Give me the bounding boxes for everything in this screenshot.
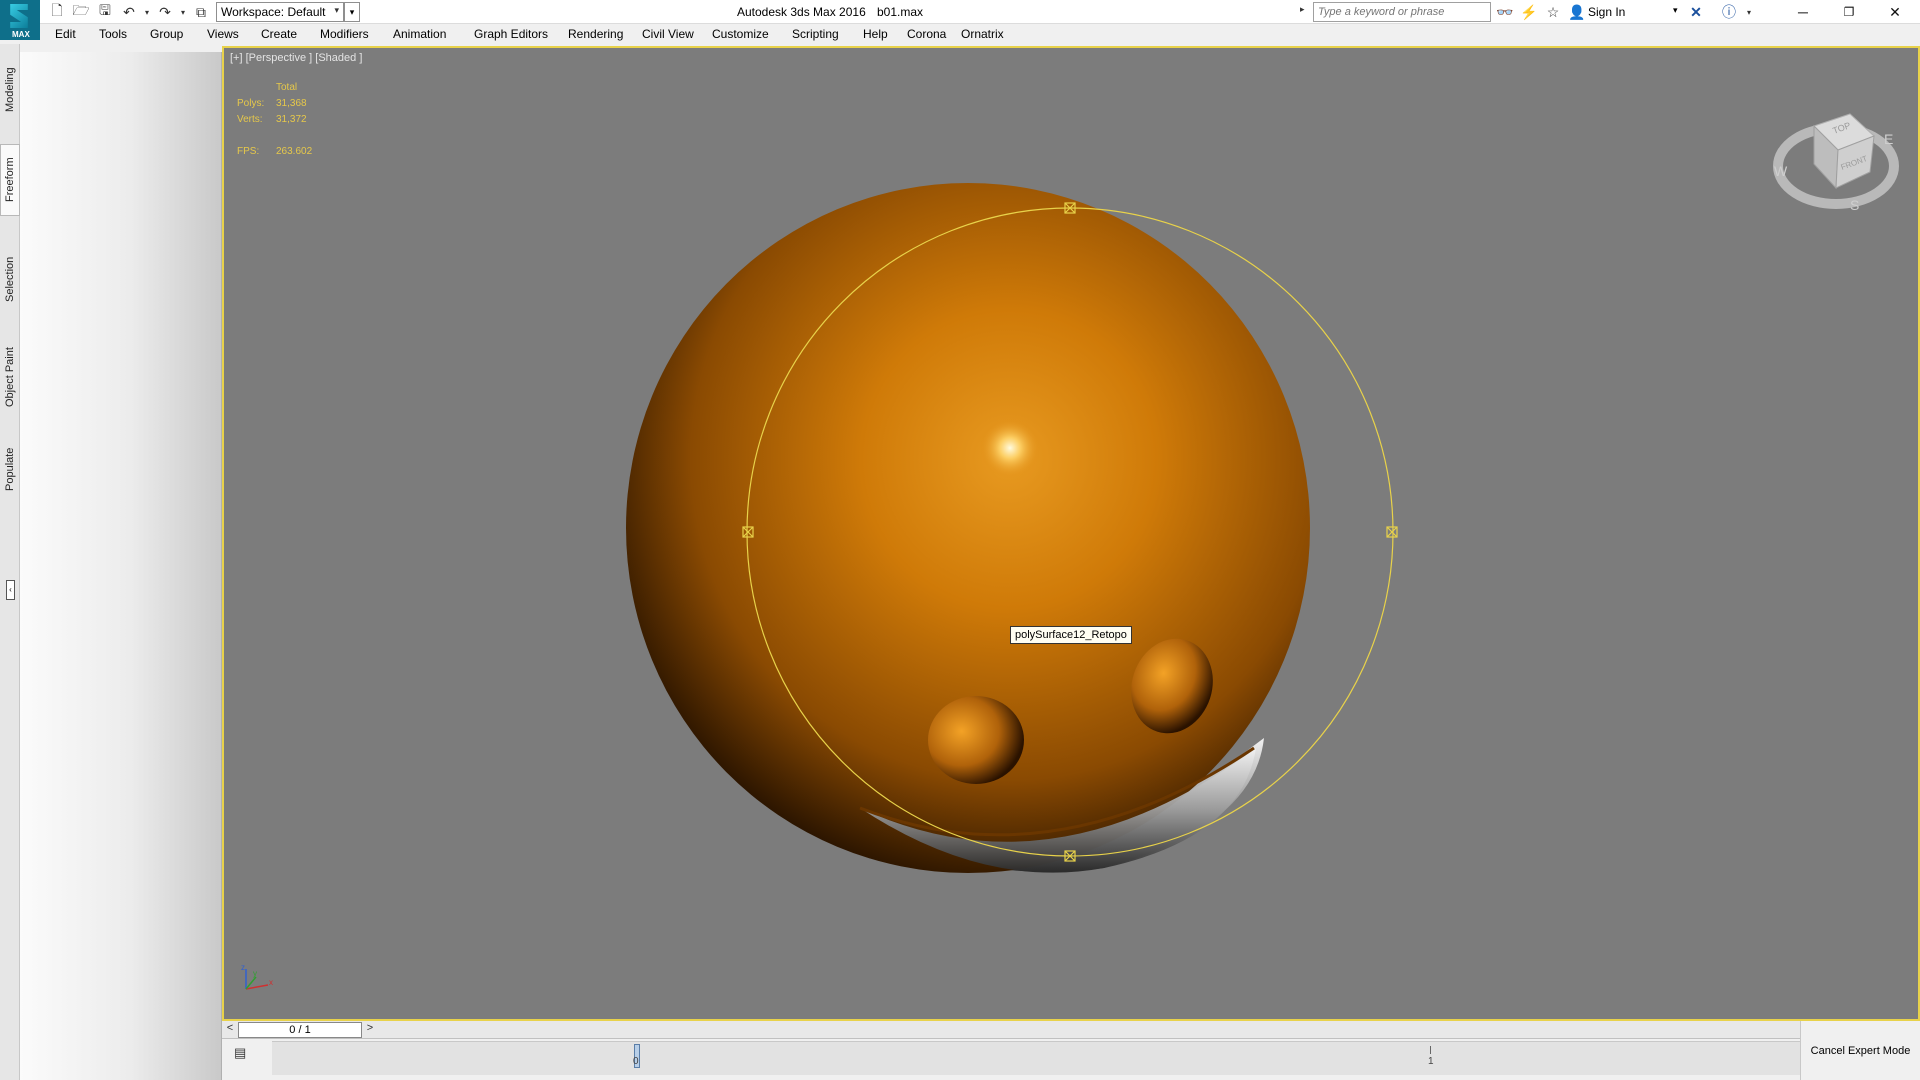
trackbar[interactable]: 0 1 xyxy=(272,1041,1800,1075)
menu-tools[interactable]: Tools xyxy=(99,27,127,41)
svg-text:y: y xyxy=(253,969,257,978)
time-slider[interactable]: < 0 / 1 > xyxy=(222,1021,1800,1039)
left-eye-bump xyxy=(928,696,1024,784)
menu-group[interactable]: Group xyxy=(150,27,183,41)
exchange-apps-icon[interactable]: ✕ xyxy=(1687,3,1705,21)
menu-ornatrix[interactable]: Ornatrix xyxy=(961,27,1004,41)
stats-header: Total xyxy=(276,82,298,93)
sign-in-link[interactable]: Sign In xyxy=(1588,5,1625,19)
window-title: Autodesk 3ds Max 2016 xyxy=(737,5,866,19)
next-frame-icon[interactable]: > xyxy=(362,1022,378,1038)
frame-marker-0: 0 xyxy=(633,1056,639,1067)
object-name-tooltip: polySurface12_Retopo xyxy=(1010,626,1132,644)
menu-views[interactable]: Views xyxy=(207,27,239,41)
menu-edit[interactable]: Edit xyxy=(55,27,76,41)
workspace-select[interactable]: Workspace: Default ▾ xyxy=(216,2,344,22)
menu-scripting[interactable]: Scripting xyxy=(792,27,839,41)
favorites-star-icon[interactable]: ☆ xyxy=(1544,3,1562,21)
tab-modeling[interactable]: Modeling xyxy=(0,54,20,126)
open-curve-editor-icon[interactable]: ▤ xyxy=(234,1045,254,1063)
menu-corona[interactable]: Corona xyxy=(907,27,946,41)
previous-frame-icon[interactable]: < xyxy=(222,1022,238,1038)
menu-create[interactable]: Create xyxy=(261,27,297,41)
customize-quick-access-icon[interactable]: ▾ xyxy=(344,2,360,22)
verts-value: 31,372 xyxy=(276,114,307,125)
compass-south: S xyxy=(1850,197,1859,213)
specular-highlight xyxy=(980,418,1040,478)
tab-object-paint[interactable]: Object Paint xyxy=(0,334,20,420)
title-bar: MAX 🗋 🗁 🖫 ↶ ▾ ↷ ▾ ⧉ Workspace: Default ▾… xyxy=(0,0,1920,40)
cancel-expert-mode-button[interactable]: Cancel Expert Mode xyxy=(1800,1021,1920,1080)
viewcube[interactable]: TOP FRONT W E S xyxy=(1764,96,1904,216)
menu-graph-editors[interactable]: Graph Editors xyxy=(474,27,548,41)
menu-customize[interactable]: Customize xyxy=(712,27,769,41)
communication-center-icon[interactable]: ⚡ xyxy=(1520,3,1538,21)
save-file-icon[interactable]: 🖫 xyxy=(96,2,114,21)
viewport-label[interactable]: [+] [Perspective ] [Shaded ] xyxy=(230,52,362,64)
minimize-button[interactable]: ─ xyxy=(1780,0,1826,24)
fps-label: FPS: xyxy=(237,146,260,157)
svg-text:z: z xyxy=(241,963,245,972)
logo-text: MAX xyxy=(12,30,30,39)
svg-text:x: x xyxy=(269,978,273,987)
undo-icon[interactable]: ↶ xyxy=(120,3,138,21)
help-dropdown-icon[interactable]: ▾ xyxy=(1740,3,1758,21)
file-name: b01.max xyxy=(877,5,924,19)
restore-button[interactable]: ❐ xyxy=(1826,0,1872,24)
menu-modifiers[interactable]: Modifiers xyxy=(320,27,369,41)
ribbon-tab-strip: Modeling Freeform Selection Object Paint… xyxy=(0,44,20,1080)
tab-freeform[interactable]: Freeform xyxy=(0,144,20,216)
menu-rendering[interactable]: Rendering xyxy=(568,27,623,41)
open-file-icon[interactable]: 🗁 xyxy=(72,2,90,21)
menu-animation[interactable]: Animation xyxy=(393,27,446,41)
workspace-label: Workspace: Default xyxy=(221,5,326,19)
timeline-area: < 0 / 1 > ▤ 0 1 Cancel Expert Mode xyxy=(222,1021,1920,1080)
fps-value: 263.602 xyxy=(276,146,313,157)
new-file-icon[interactable]: 🗋 xyxy=(48,2,66,21)
undo-dropdown-icon[interactable]: ▾ xyxy=(138,3,156,21)
menu-civil-view[interactable]: Civil View xyxy=(642,27,694,41)
verts-label: Verts: xyxy=(237,114,263,125)
tab-populate[interactable]: Populate xyxy=(0,434,20,504)
ribbon-toggle-icon[interactable]: ‹ xyxy=(6,580,15,600)
redo-icon[interactable]: ↷ xyxy=(156,3,174,21)
compass-east: E xyxy=(1884,131,1893,147)
app-logo[interactable]: MAX xyxy=(0,0,40,40)
chevron-down-icon: ▾ xyxy=(334,5,339,15)
user-icon[interactable]: 👤 xyxy=(1568,3,1586,21)
frame-marker-1: 1 xyxy=(1428,1056,1434,1067)
polys-label: Polys: xyxy=(237,98,265,109)
chevron-down-icon[interactable]: ▾ xyxy=(1673,5,1678,16)
axis-tripod-icon: x y z xyxy=(241,963,273,990)
project-folder-icon[interactable]: ⧉ xyxy=(192,3,210,21)
perspective-viewport[interactable]: [+] [Perspective ] [Shaded ] Total Polys… xyxy=(222,46,1920,1021)
polys-value: 31,368 xyxy=(276,98,307,109)
time-slider-thumb[interactable]: 0 / 1 xyxy=(238,1022,362,1038)
close-button[interactable]: ✕ xyxy=(1872,0,1918,24)
tab-selection[interactable]: Selection xyxy=(0,244,20,314)
help-icon[interactable]: ⓘ xyxy=(1720,3,1738,21)
max-logo-icon xyxy=(10,4,28,28)
menu-help[interactable]: Help xyxy=(863,27,888,41)
ribbon-panel xyxy=(20,52,222,1080)
compass-west: W xyxy=(1774,163,1788,179)
frame-tick xyxy=(1430,1046,1431,1054)
search-input[interactable] xyxy=(1313,2,1491,22)
search-expand-icon[interactable]: ▸ xyxy=(1300,4,1310,20)
redo-dropdown-icon[interactable]: ▾ xyxy=(174,3,192,21)
binoculars-icon[interactable]: 👓 xyxy=(1496,3,1514,21)
menu-bar: Edit Tools Group Views Create Modifiers … xyxy=(40,24,1920,44)
scene-render xyxy=(626,183,1398,873)
